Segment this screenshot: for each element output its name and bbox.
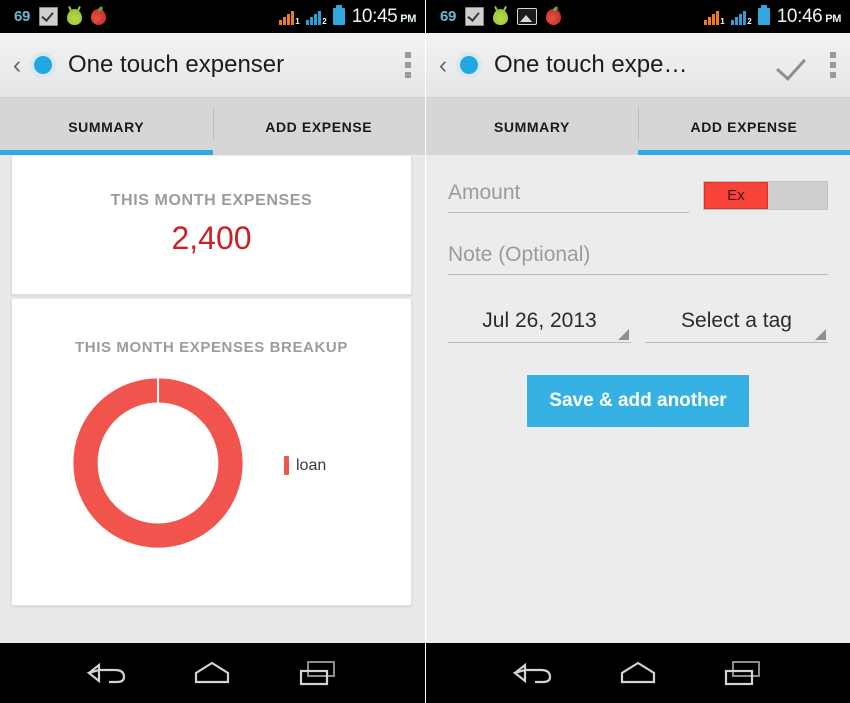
clock-time: 10:46 [776,5,823,27]
signal-sim2-label: 2 [747,17,752,26]
app-circle-icon [30,52,56,78]
phone-summary-screen: 69 1 2 10:45 PM ‹ One touch expenser SUM… [0,0,425,703]
summary-content: THIS MONTH EXPENSES 2,400 THIS MONTH EXP… [0,155,425,643]
page-title: One touch expenser [68,51,285,78]
amount-row: Amount Ex [448,181,828,213]
tab-summary[interactable]: SUMMARY [426,98,638,155]
page-title: One touch expe… [494,51,688,78]
date-spinner[interactable]: Jul 26, 2013 [448,309,631,343]
date-value: Jul 26, 2013 [482,309,597,332]
save-and-add-another-button[interactable]: Save & add another [527,375,749,427]
home-nav-icon[interactable] [184,656,240,690]
recents-nav-icon[interactable] [290,656,346,690]
overflow-menu-icon[interactable] [405,52,411,78]
signal-sim2-label: 2 [322,17,327,26]
signal-sim2-icon: 2 [730,8,752,26]
notification-count: 69 [440,8,457,25]
back-nav-icon[interactable] [79,656,135,690]
back-nav-icon[interactable] [505,656,561,690]
tab-add-expense[interactable]: ADD EXPENSE [212,98,426,155]
android-icon [493,9,509,25]
amount-input[interactable]: Amount [448,181,689,213]
tab-summary-label: SUMMARY [68,118,145,135]
donut-chart-area: loan [12,366,411,581]
total-expenses-card[interactable]: THIS MONTH EXPENSES 2,400 [11,155,412,295]
action-bar: ‹ One touch expenser [0,33,425,98]
overflow-menu-icon[interactable] [830,52,836,78]
dual-phone-screenshot: 69 1 2 10:45 PM ‹ One touch expenser SUM… [0,0,850,703]
donut-chart[interactable] [65,370,251,556]
signal-sim1-label: 1 [295,17,300,26]
apple-icon [546,8,562,25]
note-placeholder: Note (Optional) [448,243,591,266]
clock-ampm: PM [825,12,841,25]
action-bar: ‹ One touch expe… [426,33,850,98]
chevron-down-icon [618,329,629,340]
expenses-breakup-label: THIS MONTH EXPENSES BREAKUP [75,339,348,356]
signal-sim2-icon: 2 [305,8,327,26]
back-chevron-icon[interactable]: ‹ [8,52,26,78]
save-button-row: Save & add another [448,375,828,427]
expenses-breakup-card[interactable]: THIS MONTH EXPENSES BREAKUP loan [11,299,412,606]
status-bar-clock: 10:45 PM [351,5,417,28]
battery-icon [757,5,770,25]
apple-icon [91,8,107,25]
signal-sim1-icon: 1 [278,8,300,26]
tag-spinner[interactable]: Select a tag [645,309,828,343]
add-expense-form: Amount Ex Note (Optional) Jul 26, 2013 S… [426,155,850,643]
phone-add-expense-screen: 69 1 2 10:46 PM ‹ One touch expe… SUMMAR… [425,0,850,703]
tab-bar: SUMMARY ADD EXPENSE [0,98,425,155]
tab-add-expense-label: ADD EXPENSE [265,118,373,135]
legend-swatch-loan [284,456,289,475]
battery-icon [332,5,345,25]
recents-nav-icon[interactable] [715,656,771,690]
tab-add-expense[interactable]: ADD EXPENSE [638,98,850,155]
tab-bar: SUMMARY ADD EXPENSE [426,98,850,155]
home-nav-icon[interactable] [610,656,666,690]
note-input[interactable]: Note (Optional) [448,243,828,275]
chevron-down-icon [815,329,826,340]
status-bar-left: 69 [440,7,562,26]
app-circle-icon [456,52,482,78]
total-expenses-label: THIS MONTH EXPENSES [110,192,313,209]
status-bar-left: 69 [14,7,107,26]
android-nav-bar [0,643,425,703]
legend-label-loan: loan [296,456,327,474]
clock-time: 10:45 [351,5,398,27]
status-bar-right: 1 2 10:45 PM [278,5,417,28]
notification-count: 69 [14,8,31,25]
android-icon [67,9,83,25]
gallery-icon [517,8,538,25]
check-icon [39,7,59,26]
total-expenses-amount: 2,400 [171,220,252,256]
expense-income-toggle[interactable]: Ex [703,181,828,210]
check-done-icon[interactable] [772,45,812,85]
clock-ampm: PM [400,12,416,25]
tab-summary[interactable]: SUMMARY [0,98,213,155]
status-bar-clock: 10:46 PM [776,5,842,28]
status-bar: 69 1 2 10:46 PM [426,0,850,33]
back-chevron-icon[interactable]: ‹ [434,52,452,78]
tab-add-expense-label: ADD EXPENSE [690,118,798,135]
expense-toggle-label: Ex [704,182,768,209]
status-bar-right: 1 2 10:46 PM [703,5,842,28]
check-icon [465,7,485,26]
signal-sim1-label: 1 [720,17,725,26]
signal-sim1-icon: 1 [703,8,725,26]
android-nav-bar [426,643,850,703]
date-tag-row: Jul 26, 2013 Select a tag [448,309,828,343]
status-bar: 69 1 2 10:45 PM [0,0,425,33]
tag-value: Select a tag [681,309,792,332]
chart-legend: loan [284,456,326,475]
tab-summary-label: SUMMARY [493,118,570,135]
amount-placeholder: Amount [448,181,521,204]
